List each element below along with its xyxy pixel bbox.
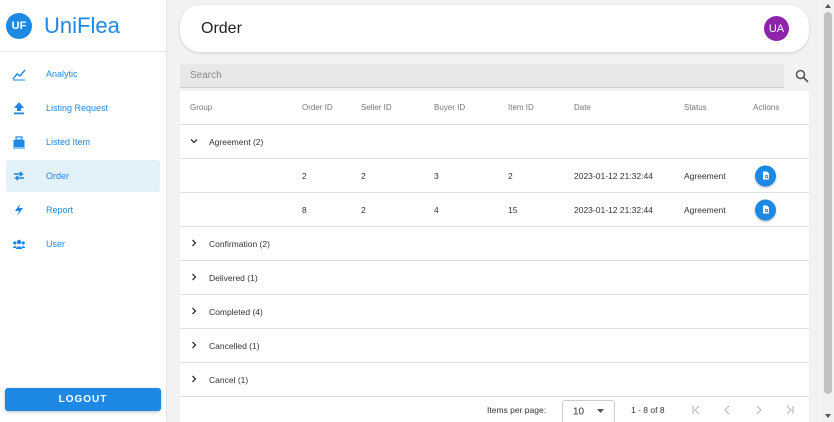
table-row: 8 2 4 15 2023-01-12 21:32:44 Agreement bbox=[180, 193, 809, 227]
group-label: Agreement (2) bbox=[209, 136, 264, 147]
table-header: Group Order ID Seller ID Buyer ID Item I… bbox=[180, 91, 809, 125]
brand: UF UniFlea bbox=[0, 0, 166, 52]
brand-logo: UF bbox=[6, 12, 32, 39]
sidebar-item-report[interactable]: Report bbox=[6, 194, 160, 226]
column-header-date[interactable]: Date bbox=[574, 103, 591, 112]
sidebar-item-label: Order bbox=[46, 171, 70, 181]
avatar[interactable]: UA bbox=[764, 16, 789, 41]
cell-status: Agreement bbox=[684, 204, 726, 215]
sidebar-item-user[interactable]: User bbox=[6, 228, 160, 260]
scroll-down-icon[interactable] bbox=[824, 412, 832, 420]
sidebar-item-analytic[interactable]: Analytic bbox=[6, 58, 160, 90]
group-label: Cancel (1) bbox=[209, 374, 249, 385]
sidebar: UF UniFlea Analytic Listing Request List… bbox=[0, 0, 167, 422]
sidebar-nav: Analytic Listing Request Listed Item Ord… bbox=[0, 58, 166, 260]
vertical-scrollbar[interactable] bbox=[822, 0, 834, 422]
chevron-right-icon[interactable] bbox=[190, 307, 198, 317]
users-icon bbox=[12, 237, 26, 251]
header: Order UA bbox=[180, 5, 809, 52]
search-input[interactable] bbox=[180, 64, 784, 87]
column-header-actions: Actions bbox=[753, 103, 780, 112]
group-label: Cancelled (1) bbox=[209, 340, 260, 351]
view-details-button[interactable] bbox=[755, 165, 776, 186]
cell-seller-id: 2 bbox=[361, 170, 366, 181]
search-bar bbox=[180, 64, 784, 88]
first-page-icon[interactable] bbox=[690, 404, 702, 416]
group-row-agreement[interactable]: Agreement (2) bbox=[180, 125, 809, 159]
chevron-right-icon[interactable] bbox=[190, 375, 198, 385]
orders-table: Group Order ID Seller ID Buyer ID Item I… bbox=[180, 91, 809, 422]
page-range: 1 - 8 of 8 bbox=[631, 405, 665, 415]
page-size-select[interactable]: 10 bbox=[562, 400, 615, 422]
group-label: Confirmation (2) bbox=[209, 238, 270, 249]
chevron-right-icon[interactable] bbox=[190, 341, 198, 351]
document-search-icon bbox=[762, 205, 769, 214]
sidebar-item-label: Listing Request bbox=[46, 103, 109, 113]
search-icon[interactable] bbox=[795, 69, 809, 83]
group-row-completed[interactable]: Completed (4) bbox=[180, 295, 809, 329]
cell-order-id: 2 bbox=[302, 170, 307, 181]
previous-page-icon[interactable] bbox=[721, 404, 733, 416]
items-per-page-label: Items per page: bbox=[487, 405, 547, 415]
cell-seller-id: 2 bbox=[361, 204, 366, 215]
chart-line-icon bbox=[12, 67, 26, 81]
chevron-right-icon[interactable] bbox=[190, 273, 198, 283]
view-details-button[interactable] bbox=[755, 199, 776, 220]
cell-item-id: 15 bbox=[508, 204, 518, 215]
next-page-icon[interactable] bbox=[753, 404, 765, 416]
scroll-up-icon[interactable] bbox=[824, 2, 832, 10]
cell-order-id: 8 bbox=[302, 204, 307, 215]
column-header-item-id[interactable]: Item ID bbox=[508, 103, 534, 112]
sidebar-item-label: Analytic bbox=[46, 69, 78, 79]
column-header-status[interactable]: Status bbox=[684, 103, 707, 112]
cell-status: Agreement bbox=[684, 170, 726, 181]
cell-buyer-id: 3 bbox=[434, 170, 439, 181]
sidebar-item-order[interactable]: Order bbox=[6, 160, 160, 192]
sidebar-item-listed-item[interactable]: Listed Item bbox=[6, 126, 160, 158]
last-page-icon[interactable] bbox=[784, 404, 796, 416]
sidebar-item-listing-request[interactable]: Listing Request bbox=[6, 92, 160, 124]
page-size-value: 10 bbox=[573, 406, 585, 417]
dropdown-arrow-icon bbox=[597, 409, 604, 413]
table-row: 2 2 3 2 2023-01-12 21:32:44 Agreement bbox=[180, 159, 809, 193]
cell-date: 2023-01-12 21:32:44 bbox=[574, 204, 653, 215]
swap-icon bbox=[12, 169, 26, 183]
brand-name: UniFlea bbox=[44, 12, 120, 38]
page-title: Order bbox=[201, 19, 242, 37]
document-search-icon bbox=[762, 171, 769, 180]
group-row-confirmation[interactable]: Confirmation (2) bbox=[180, 227, 809, 261]
column-header-seller-id[interactable]: Seller ID bbox=[361, 103, 392, 112]
group-row-cancelled[interactable]: Cancelled (1) bbox=[180, 329, 809, 363]
group-label: Delivered (1) bbox=[209, 272, 258, 283]
cell-buyer-id: 4 bbox=[434, 204, 439, 215]
sidebar-item-label: User bbox=[46, 239, 66, 249]
upload-icon bbox=[12, 101, 26, 115]
sidebar-item-label: Report bbox=[46, 205, 74, 215]
group-label: Completed (4) bbox=[209, 306, 263, 317]
scrollbar-thumb[interactable] bbox=[824, 12, 832, 394]
cell-item-id: 2 bbox=[508, 170, 513, 181]
sidebar-item-label: Listed Item bbox=[46, 137, 91, 147]
chevron-right-icon[interactable] bbox=[190, 239, 198, 249]
column-header-order-id[interactable]: Order ID bbox=[302, 103, 333, 112]
chevron-down-icon[interactable] bbox=[190, 137, 198, 147]
report-icon bbox=[12, 203, 26, 217]
pagination: Items per page: 10 1 - 8 of 8 bbox=[180, 398, 809, 422]
inventory-icon bbox=[12, 135, 26, 149]
column-header-group[interactable]: Group bbox=[190, 103, 212, 112]
cell-date: 2023-01-12 21:32:44 bbox=[574, 170, 653, 181]
group-row-cancel[interactable]: Cancel (1) bbox=[180, 363, 809, 397]
group-row-delivered[interactable]: Delivered (1) bbox=[180, 261, 809, 295]
column-header-buyer-id[interactable]: Buyer ID bbox=[434, 103, 465, 112]
logout-button[interactable]: LOGOUT bbox=[5, 388, 161, 411]
